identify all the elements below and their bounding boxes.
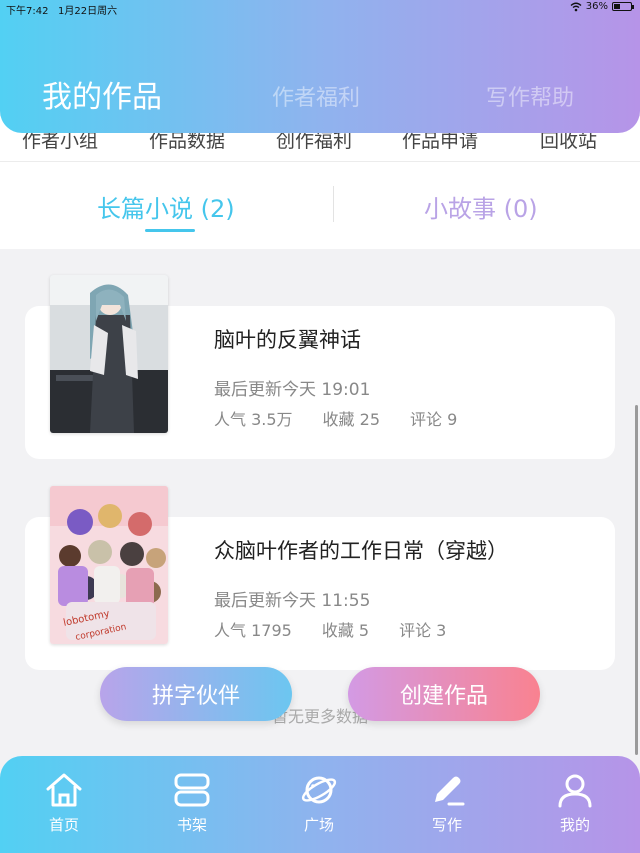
tab-my-works[interactable]: 我的作品 [42,72,162,116]
status-right: 36% [570,1,634,12]
scrollbar[interactable] [635,405,638,755]
work-cover-image[interactable]: lobotomy corporation [50,486,168,644]
tab-divider [333,186,334,222]
bookshelf-icon [174,773,210,807]
partner-button[interactable]: 拼字伙伴 [100,667,292,721]
work-comments: 评论 3 [399,621,447,640]
work-popularity: 人气 3.5万 [214,410,293,429]
planet-icon [301,776,337,804]
tab-author-benefits[interactable]: 作者福利 [272,80,360,112]
battery-icon [612,2,634,11]
work-comments: 评论 9 [410,410,458,429]
battery-percent: 36% [585,1,608,12]
work-title: 众脑叶作者的工作日常（穿越） [214,539,508,563]
work-updated: 最后更新今天 11:55 [214,591,371,611]
tabbar-home[interactable]: 首页 [19,772,109,835]
tab-writing-help[interactable]: 写作帮助 [486,80,574,112]
bottom-tab-bar: 首页 书架 广场 写作 我的 [0,756,640,853]
user-icon [558,774,592,808]
create-work-button[interactable]: 创建作品 [348,667,540,721]
tabbar-me-label: 我的 [559,816,590,834]
work-favorites: 收藏 25 [322,410,380,429]
tab-long-novels[interactable]: 长篇小说 (2) [97,189,235,224]
work-favorites: 收藏 5 [321,621,370,640]
home-icon [46,773,82,807]
status-date: 1月22日周六 [58,6,118,17]
work-stats: 人气 3.5万 收藏 25 评论 9 [214,406,487,430]
no-more-data-text: 暂无更多数据 [271,707,368,726]
novel-type-tabs: 长篇小说 (2) 小故事 (0) [0,161,640,249]
tabbar-bookshelf-label: 书架 [176,816,207,834]
work-updated: 最后更新今天 19:01 [214,380,371,400]
active-tab-indicator [145,229,195,232]
tabbar-bookshelf[interactable]: 书架 [147,772,237,835]
tab-short-stories[interactable]: 小故事 (0) [424,189,538,224]
work-cover-image[interactable] [50,275,168,433]
tabbar-home-label: 首页 [48,816,79,834]
tabbar-me[interactable]: 我的 [530,772,620,835]
status-bar: 下午7:42 1月22日周六 36% [0,0,640,18]
tabbar-plaza-label: 广场 [303,816,334,834]
pen-icon [435,776,465,806]
wifi-icon [570,2,582,11]
tabbar-write-label: 写作 [431,816,462,834]
work-stats: 人气 1795 收藏 5 评论 3 [214,617,476,641]
status-time: 下午7:42 [6,6,49,17]
tabbar-plaza[interactable]: 广场 [274,772,364,835]
top-header: 下午7:42 1月22日周六 36% 我的作品 作者福利 写作帮助 [0,0,640,133]
tabbar-write[interactable]: 写作 [402,772,492,835]
work-popularity: 人气 1795 [214,621,292,640]
work-title: 脑叶的反翼神话 [214,328,361,352]
